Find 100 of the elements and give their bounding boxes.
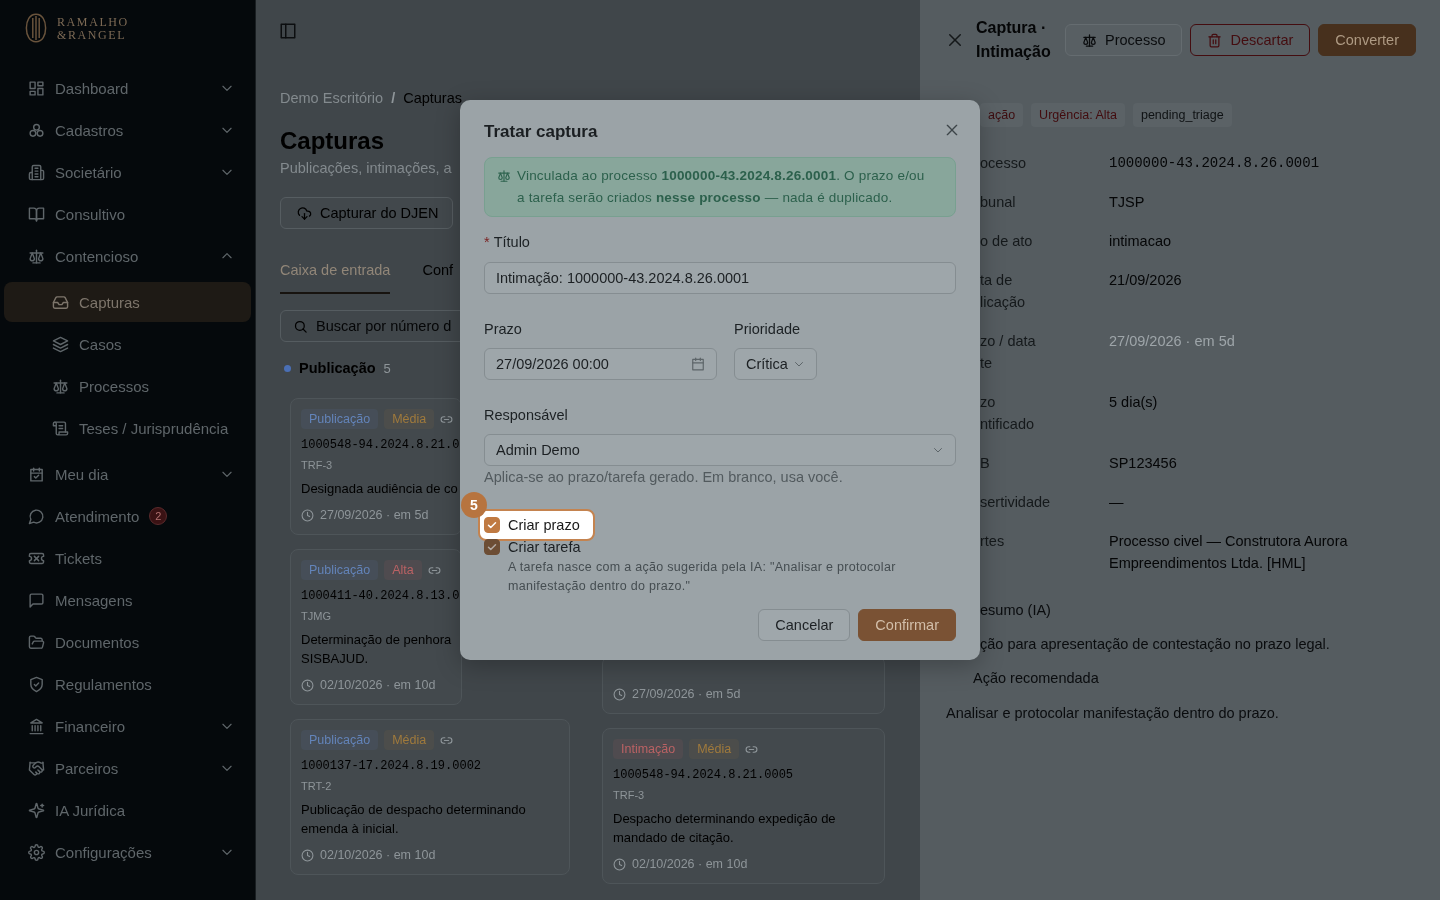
field-label: rtes <box>980 531 1006 551</box>
type-tag: Intimação <box>613 739 684 759</box>
sidebar-item[interactable]: Consultivo <box>4 194 251 234</box>
check-icon <box>486 541 498 553</box>
sidebar-subitem[interactable]: Processos <box>4 366 251 406</box>
due-date: 27/09/2026 · em 5d <box>320 507 429 524</box>
field-label: ta de licação <box>980 270 1027 312</box>
breadcrumb-current: Capturas <box>403 90 462 106</box>
sidebar-toggle-icon[interactable] <box>279 22 297 40</box>
card-description: Despacho determinando expedição de mandado de citação. <box>613 810 836 847</box>
sidebar-item[interactable]: Cadastros <box>4 110 251 150</box>
field-value: SP123456 <box>1109 453 1178 473</box>
required-mark: * <box>484 233 490 252</box>
sidebar-item[interactable]: Atendimento 2 <box>4 496 251 536</box>
sidebar-item[interactable]: Regulamentos <box>4 664 251 704</box>
sidebar-item[interactable]: Contencioso <box>4 236 251 276</box>
layers-icon <box>52 335 69 353</box>
scale-icon <box>52 377 69 395</box>
sidebar-item[interactable]: Dashboard <box>4 68 251 108</box>
field-value: — <box>1109 492 1125 512</box>
status-tag: ação <box>980 103 1024 127</box>
close-icon[interactable] <box>944 122 960 138</box>
card-description: Designada audiência de co <box>301 480 458 498</box>
sidebar-item[interactable]: Documentos <box>4 622 251 662</box>
field-label: Prioridade <box>734 320 801 339</box>
type-tag: Publicação <box>301 409 379 429</box>
clock-icon <box>613 857 626 871</box>
assignee-select[interactable]: Admin Demo <box>484 434 956 466</box>
type-tag: Publicação <box>301 560 379 580</box>
option-hint: A tarefa nasce com a ação sugerida pela IA: "Analisar e protocolar manifestação dentro do prazo." <box>508 559 897 595</box>
due-date: 02/10/2026 · em 10d <box>320 847 436 864</box>
inbox-icon <box>52 293 69 311</box>
checkbox[interactable] <box>484 517 500 533</box>
capture-card[interactable]: Intimação Média 1000548-94.2024.8.21.0005 TRF-3 Despacho determinando expedição de mandado de citação. 02/10/2026 · em 10d <box>602 728 885 884</box>
sidebar-subitem[interactable]: Capturas <box>4 282 251 322</box>
message-icon <box>28 591 45 609</box>
checkbox[interactable] <box>484 539 500 555</box>
sidebar-subitem[interactable]: Casos <box>4 324 251 364</box>
alert-message: Vinculada ao processo 1000000-43.2024.8.26.0001. O prazo e/ou a tarefa serão criados nesse processo — nada é duplicado. <box>517 167 926 207</box>
dialog-button[interactable]: Cancelar <box>758 609 851 641</box>
dialog-button[interactable]: Confirmar <box>858 609 956 641</box>
clock-icon <box>301 678 314 692</box>
section-heading: Ação recomendada <box>973 668 1100 688</box>
group-count: 5 <box>383 360 391 376</box>
page-subtitle: Publicações, intimações, a <box>280 159 452 178</box>
date-input[interactable]: 27/09/2026 00:00 <box>484 348 717 380</box>
drawer-button[interactable]: Converter <box>1318 24 1416 56</box>
settings-icon <box>28 843 45 861</box>
court-label: TRF-3 <box>613 788 645 803</box>
process-number: 1000548-94.2024.8.21.0 <box>301 437 460 454</box>
sidebar-item[interactable]: Parceiros <box>4 748 251 788</box>
capture-card[interactable]: Publicação Média 1000548-94.2024.8.21.0 TRF-3 Designada audiência de co 27/09/2026 · em 5d <box>290 398 462 535</box>
help-text: Aplica-se ao prazo/tarefa gerado. Em branco, usa você. <box>484 468 844 487</box>
drawer-title: Captura · Intimação <box>976 18 1052 62</box>
clock-icon <box>301 848 314 862</box>
priority-select[interactable]: Crítica <box>734 348 817 380</box>
field-value: intimacao <box>1109 231 1173 251</box>
field-label: bunal <box>980 192 1017 212</box>
sidebar-item[interactable]: Configurações <box>4 832 251 872</box>
due-date: 02/10/2026 · em 10d <box>320 677 436 694</box>
field-label: sertividade <box>980 492 1052 512</box>
drawer-button[interactable]: Processo <box>1065 24 1183 56</box>
checkbox-option[interactable]: Criar prazo <box>478 509 595 541</box>
field-value: 1000000-43.2024.8.26.0001 <box>1109 153 1321 173</box>
chat-icon <box>28 507 45 525</box>
grid-icon <box>28 79 45 97</box>
status-tag: pending_triage <box>1132 103 1232 127</box>
field-value: 5 dia(s) <box>1109 392 1159 412</box>
priority-tag: Média <box>384 409 435 429</box>
capture-button[interactable]: Capturar do DJEN <box>280 197 454 229</box>
sidebar-item[interactable]: IA Jurídica <box>4 790 251 830</box>
title-input[interactable]: Intimação: 1000000-43.2024.8.26.0001 <box>484 262 956 294</box>
capture-card[interactable]: Publicação Média 1000137-17.2024.8.19.0002 TRT-2 Publicação de despacho determinando emenda à inicial. 02/10/2026 · em 10d <box>290 719 570 875</box>
tab[interactable]: Conf <box>422 249 454 294</box>
field-label: zo / data te <box>980 331 1037 373</box>
close-icon[interactable] <box>946 31 964 49</box>
card-description: Publicação de despacho determinando emenda à inicial. <box>301 801 526 838</box>
search-icon <box>293 318 308 334</box>
breadcrumb-link[interactable]: Demo Escritório <box>280 90 384 106</box>
logo-icon <box>25 13 47 43</box>
tab[interactable]: Caixa de entrada <box>280 249 391 294</box>
drawer-button[interactable]: Descartar <box>1190 24 1311 56</box>
field-label: zo ntificado <box>980 392 1035 434</box>
sidebar-item[interactable]: Tickets <box>4 538 251 578</box>
handshake-icon <box>28 759 45 777</box>
breadcrumb-separator: / <box>391 90 396 106</box>
due-date: 02/10/2026 · em 10d <box>632 856 748 873</box>
sidebar-item[interactable]: Meu dia <box>4 454 251 494</box>
sidebar-subitem[interactable]: Teses / Jurisprudência <box>4 408 251 448</box>
sparkle-icon <box>28 801 45 819</box>
sidebar-item[interactable]: Societário <box>4 152 251 192</box>
sidebar-item[interactable]: Financeiro <box>4 706 251 746</box>
field-label: Responsável <box>484 406 568 425</box>
step-badge: 5 <box>461 492 487 518</box>
scale-icon <box>497 169 511 183</box>
sidebar-item[interactable]: Mensagens <box>4 580 251 620</box>
field-label: Título <box>493 233 530 252</box>
status-tag: Urgência: Alta <box>1031 103 1125 127</box>
capture-card[interactable]: Publicação Alta 1000411-40.2024.8.13.0 TJMG Determinação de penhora SISBAJUD. 02/10/2026 · em 10d <box>290 549 462 705</box>
count-badge: 2 <box>149 507 168 525</box>
